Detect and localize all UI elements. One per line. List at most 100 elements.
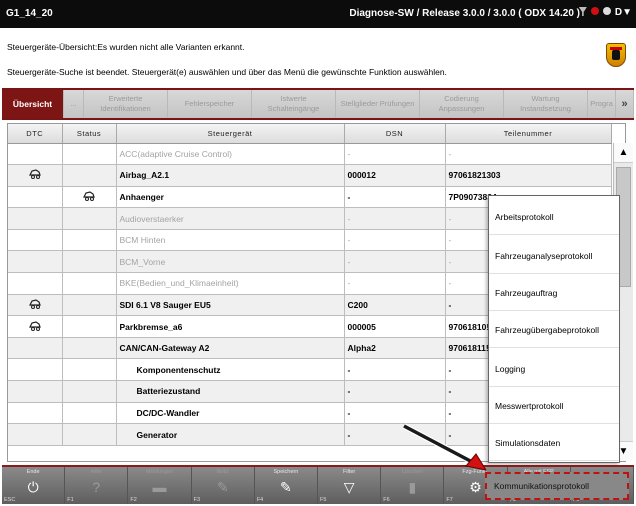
status-cell [62,380,117,403]
dtc-car-icon [28,168,42,180]
dsn-cell: 000005 [344,315,446,338]
function-key-label: F7 [446,497,453,503]
function-key-label: F4 [256,497,264,503]
menu-item-fahrzeugauftrag[interactable]: Fahrzeugauftrag [489,276,619,311]
dtc-cell [8,250,63,274]
dsn-cell: 000012 [344,164,446,187]
menu-item-fahrzeuganalyseprotokoll[interactable]: Fahrzeuganalyseprotokoll [489,239,619,274]
dtc-car-icon [28,320,42,332]
dtc-cell [8,423,63,446]
dsn-cell: Alpha2 [344,337,446,360]
function-button-esc[interactable]: Ende ⏻ ESC [2,467,66,504]
part-number-cell: 97061821303 [445,164,612,187]
tab-bar: Übersicht ... Erweiterte Identifikatione… [2,88,634,120]
note-icon: ✎ [216,479,229,495]
titlebar-icons: D▼ [578,7,632,18]
dtc-cell [8,337,63,360]
status-cell [62,229,117,252]
menu-dropdown[interactable]: D▼ [615,7,632,18]
tab-fault-memory[interactable]: Fehlerspeicher [168,90,252,118]
function-key-label: F6 [383,497,390,503]
tab-programming[interactable]: Progra [588,90,616,118]
status-cell [62,402,117,425]
messages-icon: ▬ [152,479,167,495]
dtc-cell [8,315,63,338]
status-red-icon [590,7,599,15]
menu-item-arbeitsprotokoll[interactable]: Arbeitsprotokoll [489,200,619,235]
column-header-dtc[interactable]: DTC [8,124,63,144]
column-header-dsn[interactable]: DSN [344,124,446,144]
tab-coding[interactable]: Codierung Anpassungen [420,90,504,118]
tab-actual-values[interactable]: Istwerte Schalteingänge [252,90,336,118]
status-cell [62,423,117,446]
control-unit-name: SDI 6.1 V8 Sauger EU5 [116,294,345,317]
control-unit-name: Parkbremse_a6 [116,315,345,338]
tab-maintenance[interactable]: Wartung Instandsetzung [504,90,588,118]
function-button-f6[interactable]: Löschen ▮ F6 [381,467,445,504]
protocol-menu: Arbeitsprotokoll Fahrzeuganalyseprotokol… [488,195,620,463]
column-header-status[interactable]: Status [62,124,117,144]
tab-extended-identification[interactable]: Erweiterte Identifikationen [84,90,168,118]
tab-ellipsis[interactable]: ... [64,90,84,118]
app-id: G1_14_20 [6,8,53,19]
power-icon: ⏻ [27,479,39,495]
column-header-control-unit[interactable]: Steuergerät [116,124,345,144]
dtc-cell [8,294,63,317]
dsn-cell: - [344,186,446,209]
save-icon: ✎ [280,479,292,495]
status-cell [62,358,117,382]
tab-actuators[interactable]: Stellglieder Prüfungen [336,90,420,118]
control-unit-name: Audioverstaerker [116,207,345,230]
function-button-f5[interactable]: Filter ▽ F5 [318,467,382,504]
function-key-label: ESC [4,497,16,503]
column-header-part-number[interactable]: Teilenummer [445,124,612,144]
function-key-label: F2 [130,497,137,503]
function-button-f3[interactable]: Notiz ✎ F3 [191,467,255,504]
control-unit-name: CAN/CAN-Gateway A2 [116,337,345,360]
scroll-up-icon[interactable]: ▲ [614,143,633,163]
menu-item-messwertprotokoll[interactable]: Messwertprotokoll [489,389,619,424]
control-unit-name: DC/DC-Wandler [116,402,345,425]
tab-more[interactable]: » [616,90,634,118]
control-unit-name: BKE(Bedien_und_Klimaeinheit) [116,272,345,295]
filter-icon[interactable] [578,7,587,16]
menu-item-simulationsdaten[interactable]: Simulationsdaten [489,426,619,461]
dsn-cell: - [344,229,446,252]
table-header-row: DTC Status Steuergerät DSN Teilenummer [8,124,612,144]
function-button-f4[interactable]: Speichern ✎ F4 [254,467,319,504]
status-cell [62,294,117,317]
control-unit-name: BCM Hinten [116,229,345,252]
function-button-label: Löschen [401,469,423,475]
trash-icon: ▮ [408,479,417,495]
porsche-crest-icon [606,43,626,67]
dtc-cell [8,207,63,230]
menu-item-fahrzeuguebergabeprotokoll[interactable]: Fahrzeugübergabeprotokoll [489,313,619,348]
dtc-cell [8,402,63,425]
function-button-label: Filter [343,469,356,475]
control-unit-name: ACC(adaptive Cruise Control) [116,143,345,166]
status-cell [62,164,117,187]
dsn-cell: - [344,207,446,230]
message-line-1: Steuergeräte-Übersicht:Es wurden nicht a… [7,42,245,52]
function-button-label: Ende [26,469,40,475]
function-button-label: Speichern [273,469,299,475]
message-line-2: Steuergeräte-Suche ist beendet. Steuerge… [7,67,447,77]
help-icon: ? [92,479,101,495]
control-unit-name: Anhaenger [116,186,345,209]
function-key-label: F1 [67,497,74,503]
function-button-f2[interactable]: Meldungen ▬ F2 [128,467,192,504]
function-key-label: F3 [193,497,201,503]
table-row[interactable]: ACC(adaptive Cruise Control) - - [8,143,612,166]
status-cell [62,315,117,338]
menu-item-kommunikationsprotokoll[interactable]: Kommunikationsprotokoll [485,472,629,500]
dsn-cell: - [344,402,446,425]
dsn-cell: - [344,358,446,382]
table-row[interactable]: Airbag_A2.1 000012 97061821303 [8,164,612,187]
tab-overview[interactable]: Übersicht [2,90,64,118]
dtc-cell [8,143,63,166]
menu-item-logging[interactable]: Logging [489,352,619,387]
part-number-cell: - [445,143,612,166]
function-button-f1[interactable]: Hilfe? F1 [65,467,129,504]
control-unit-name: BCM_Vorne [116,250,345,274]
control-unit-name: Batteriezustand [116,380,345,403]
